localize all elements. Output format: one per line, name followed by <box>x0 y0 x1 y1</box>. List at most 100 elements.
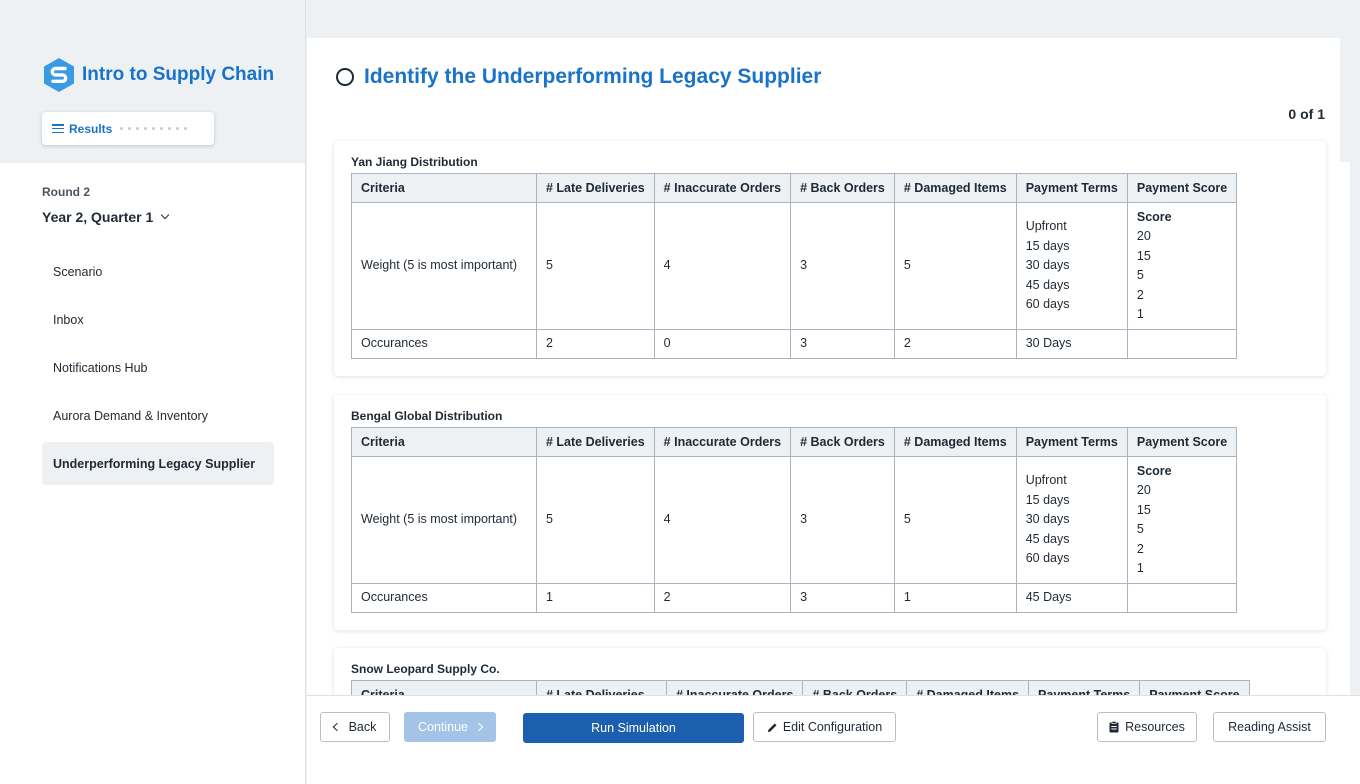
supplier-card: Yan Jiang Distribution Criteria # Late D… <box>334 141 1326 376</box>
column-header: Criteria <box>351 173 537 203</box>
table-cell: 2 <box>653 583 792 613</box>
table-cell: 5 <box>536 456 655 584</box>
table-cell: 4 <box>653 202 792 330</box>
main-content: Identify the Underperforming Legacy Supp… <box>307 38 1350 695</box>
table-cell <box>1126 583 1238 613</box>
payment-term: Upfront <box>1025 219 1067 234</box>
scrollbar[interactable] <box>1340 38 1350 162</box>
column-header: # Back Orders <box>790 173 895 203</box>
table-cell: 5 <box>536 202 655 330</box>
brand[interactable]: Intro to Supply Chain <box>42 57 274 93</box>
score-value: 2 <box>1136 287 1144 302</box>
table-cell: 1 <box>536 583 655 613</box>
payment-terms-cell: Upfront 15 days 30 days 45 days 60 days <box>1015 456 1128 584</box>
sidebar-item-aurora-demand[interactable]: Aurora Demand & Inventory <box>42 394 274 437</box>
footer-toolbar: Back Continue Run Simulation Edit Config… <box>307 695 1360 784</box>
logo-icon <box>44 58 74 92</box>
quarter-selector[interactable]: Year 2, Quarter 1 <box>42 209 170 225</box>
column-header: # Back Orders <box>802 680 908 695</box>
table-cell: 3 <box>790 583 895 613</box>
continue-button[interactable]: Continue <box>404 712 496 742</box>
score-value: 1 <box>1136 307 1144 321</box>
table-cell: 1 <box>893 583 1017 613</box>
table-cell: 2 <box>893 329 1017 359</box>
supplier-card: Bengal Global Distribution Criteria # La… <box>334 395 1326 630</box>
sidebar-item-notifications-hub[interactable]: Notifications Hub <box>42 346 274 389</box>
chevron-left-icon <box>332 722 341 732</box>
sidebar-header: Intro to Supply Chain Results <box>0 0 305 163</box>
sidebar-item-label: Aurora Demand & Inventory <box>53 408 208 423</box>
run-label: Run Simulation <box>591 721 676 735</box>
table-cell: 3 <box>790 456 895 584</box>
menu-icon <box>52 124 64 133</box>
score-value: 20 <box>1136 483 1151 497</box>
sidebar: Intro to Supply Chain Results Round 2 Ye… <box>0 0 306 784</box>
pencil-icon <box>767 722 777 732</box>
payment-term: 60 days <box>1025 297 1070 312</box>
column-header: Payment Score <box>1126 173 1238 203</box>
table-cell: 5 <box>893 202 1017 330</box>
sidebar-item-inbox[interactable]: Inbox <box>42 298 274 341</box>
column-header: # Back Orders <box>790 427 895 457</box>
supplier-table: Criteria # Late Deliveries # Inaccurate … <box>351 173 1238 359</box>
payment-term: 45 days <box>1025 531 1070 546</box>
payment-term: 60 days <box>1025 551 1070 566</box>
column-header: Payment Score <box>1126 427 1238 457</box>
continue-label: Continue <box>417 720 469 734</box>
resources-label: Resources <box>1125 720 1185 734</box>
payment-term: 30 days <box>1025 512 1070 527</box>
table-cell: 3 <box>790 202 895 330</box>
edit-label: Edit Configuration <box>782 720 883 734</box>
brand-title: Intro to Supply Chain <box>82 64 275 85</box>
chevron-down-icon <box>161 210 170 220</box>
sidebar-item-legacy-supplier[interactable]: Underperforming Legacy Supplier <box>42 442 274 485</box>
task-counter: 0 of 1 <box>1288 106 1325 122</box>
table-row: Weight (5 is most important) 5 4 3 5 Upf… <box>351 202 1238 330</box>
payment-score-cell: Score 20 15 5 2 1 <box>1126 202 1238 330</box>
payment-term: 15 days <box>1025 238 1070 253</box>
column-header: # Late Deliveries <box>536 680 667 695</box>
column-header: # Damaged Items <box>893 427 1017 457</box>
payment-score-cell: Score 20 15 5 2 1 <box>1126 456 1238 584</box>
clipboard-icon <box>1109 721 1119 733</box>
payment-term: 45 days <box>1025 277 1070 292</box>
sidebar-item-scenario[interactable]: Scenario <box>42 250 274 293</box>
table-cell: 30 Days <box>1015 329 1128 359</box>
run-simulation-button[interactable]: Run Simulation <box>523 713 744 743</box>
score-value: 5 <box>1136 522 1144 536</box>
status-circle-icon <box>336 68 354 86</box>
supplier-table: Criteria # Late Deliveries # Inaccurate … <box>351 680 1250 695</box>
results-label: Results <box>69 121 113 136</box>
payment-term: 15 days <box>1025 492 1070 507</box>
column-header: # Inaccurate Orders <box>665 680 804 695</box>
payment-term: 30 days <box>1025 258 1070 273</box>
column-header: Criteria <box>351 680 537 695</box>
results-button[interactable]: Results <box>42 112 214 145</box>
payment-terms-cell: Upfront 15 days 30 days 45 days 60 days <box>1015 202 1128 330</box>
sidebar-nav: Scenario Inbox Notifications Hub Aurora … <box>42 250 274 490</box>
score-value: 15 <box>1136 248 1151 263</box>
table-cell: Occurances <box>351 329 537 359</box>
chevron-right-icon <box>474 722 484 732</box>
score-heading: Score <box>1136 209 1172 224</box>
resources-button[interactable]: Resources <box>1097 712 1197 742</box>
reading-assist-button[interactable]: Reading Assist <box>1213 712 1326 742</box>
column-header: Payment Terms <box>1028 680 1141 695</box>
sidebar-item-label: Inbox <box>53 312 84 327</box>
table-row: Occurances 1 2 3 1 45 Days <box>351 583 1238 613</box>
sidebar-item-label: Notifications Hub <box>53 360 148 375</box>
column-header: # Late Deliveries <box>536 173 655 203</box>
payment-term: Upfront <box>1025 473 1067 488</box>
table-header-row: Criteria # Late Deliveries # Inaccurate … <box>351 680 1250 695</box>
reading-label: Reading Assist <box>1228 720 1311 734</box>
table-cell: 3 <box>790 329 895 359</box>
column-header: # Late Deliveries <box>536 427 655 457</box>
column-header: Payment Terms <box>1015 173 1128 203</box>
back-button[interactable]: Back <box>320 712 390 742</box>
edit-configuration-button[interactable]: Edit Configuration <box>753 712 896 742</box>
column-header: Payment Terms <box>1015 427 1128 457</box>
table-cell: 45 Days <box>1015 583 1128 613</box>
sidebar-item-label: Scenario <box>53 264 103 279</box>
supplier-table: Criteria # Late Deliveries # Inaccurate … <box>351 427 1238 613</box>
supplier-name: Bengal Global Distribution <box>351 409 503 423</box>
